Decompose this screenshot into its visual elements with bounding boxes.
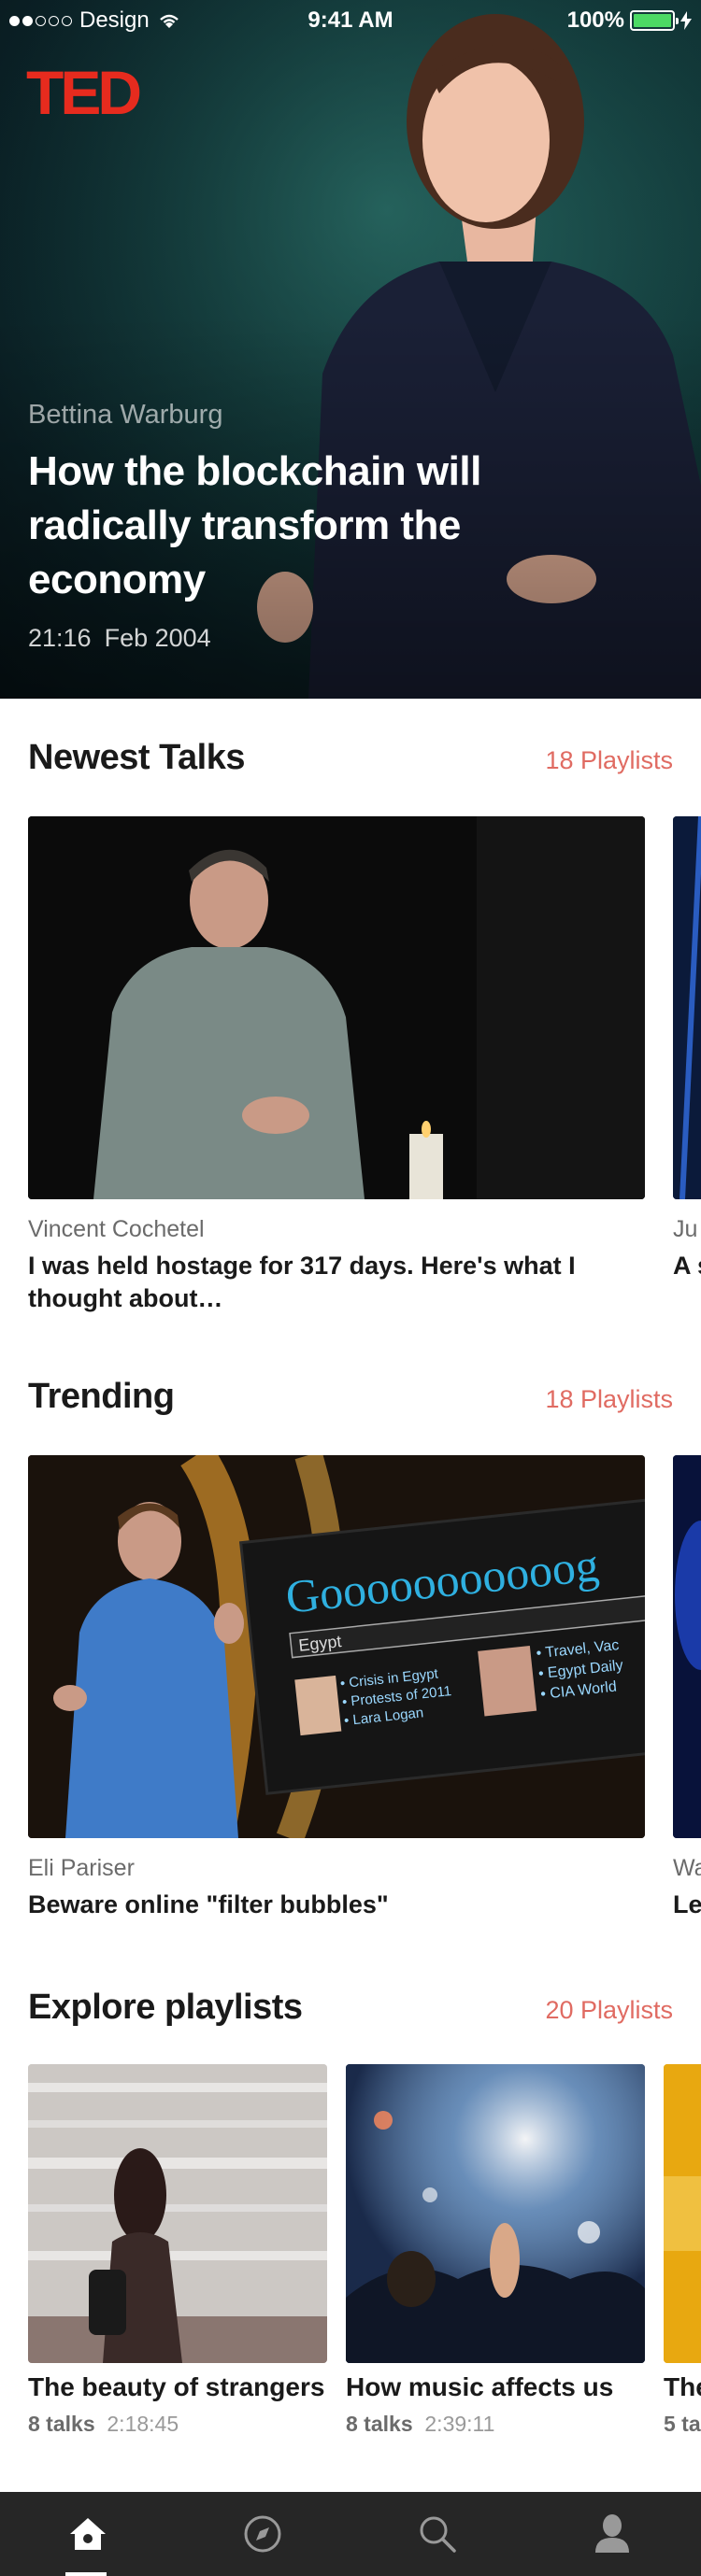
home-icon [69,2518,106,2550]
hero-talk-title: How the blockchain will radically transf… [28,448,481,602]
talk-title[interactable]: I was held hostage for 317 days. Here's … [28,1250,626,1315]
hero-speaker-name: Bettina Warburg [28,400,223,430]
talk-title[interactable]: Beware online "filter bubbles" [28,1889,626,1921]
playlist-image [346,2064,645,2363]
search-icon [420,2516,456,2553]
playlist-talk-count: 8 talks [346,2412,413,2436]
ted-home-screen: Design 9:41 AM 100% TED Bettina Warburg … [0,0,701,2576]
tab-bar [0,2492,701,2576]
hero-duration: 21:16 [28,624,92,652]
talk-card-thumbnail[interactable]: Gooooooooooog Egypt • Crisis in Egypt • … [28,1455,645,1838]
all-playlists-link[interactable]: 20 Playlists [545,1996,673,2025]
hero-featured-talk[interactable]: Design 9:41 AM 100% TED Bettina Warburg … [0,0,701,699]
talk-card-thumbnail-next[interactable] [673,816,701,1199]
talk-thumbnail-image [673,1455,701,1838]
trending-playlists-link[interactable]: 18 Playlists [545,1385,673,1414]
playlist-thumbnail[interactable] [664,2064,701,2363]
playlist-meta: 8 talks 2:18:45 [28,2412,179,2437]
hero-date: Feb 2004 [104,624,211,652]
playlist-talk-count: 8 talks [28,2412,95,2436]
trending-header: Trending 18 Playlists [28,1377,673,1417]
talk-speaker: Ju [673,1216,698,1242]
talk-title[interactable]: Le [673,1889,701,1921]
talk-thumbnail-image [28,816,645,1199]
newest-playlists-link[interactable]: 18 Playlists [545,746,673,775]
battery-percent: 100% [566,7,624,33]
talk-speaker: Eli Pariser [28,1855,135,1881]
tab-home[interactable] [0,2492,175,2576]
playlist-title[interactable]: How music affects us [346,2372,613,2402]
status-bar: Design 9:41 AM 100% [0,0,701,41]
playlist-image [28,2064,327,2363]
section-title-trending: Trending [28,1377,175,1416]
tab-discover[interactable] [175,2492,350,2576]
section-title-playlists: Explore playlists [28,1988,303,2027]
talk-card-thumbnail[interactable] [28,816,645,1199]
playlist-duration: 2:18:45 [107,2412,179,2436]
playlist-thumbnail[interactable] [28,2064,327,2363]
playlists-header: Explore playlists 20 Playlists [28,1988,673,2028]
hero-meta: 21:16 Feb 2004 [28,624,211,653]
active-tab-indicator [65,2572,107,2576]
playlist-title[interactable]: The [664,2372,701,2402]
section-title-newest: Newest Talks [28,738,245,777]
talk-title[interactable]: A s [673,1250,701,1282]
talk-speaker: Vincent Cochetel [28,1216,205,1242]
talk-thumbnail-image: Gooooooooooog Egypt • Crisis in Egypt • … [28,1455,645,1838]
talk-card-thumbnail-next[interactable] [673,1455,701,1838]
compass-icon [244,2515,280,2553]
ted-logo: TED [26,58,142,127]
playlist-meta: 5 ta [664,2412,701,2437]
playlist-image [664,2064,701,2363]
talk-thumbnail-image [673,816,701,1199]
playlist-title[interactable]: The beauty of strangers [28,2372,324,2402]
playlist-thumbnail[interactable] [346,2064,645,2363]
charging-bolt-icon [680,11,692,30]
talk-speaker: Wa [673,1855,701,1881]
playlist-talk-count: 5 ta [664,2412,701,2436]
tab-search[interactable] [350,2492,524,2576]
battery-icon [630,10,679,31]
playlist-duration: 2:39:11 [424,2412,495,2436]
tab-profile[interactable] [524,2492,699,2576]
profile-icon [594,2514,629,2553]
playlist-meta: 8 talks 2:39:11 [346,2412,494,2437]
newest-talks-header: Newest Talks 18 Playlists [28,738,673,778]
